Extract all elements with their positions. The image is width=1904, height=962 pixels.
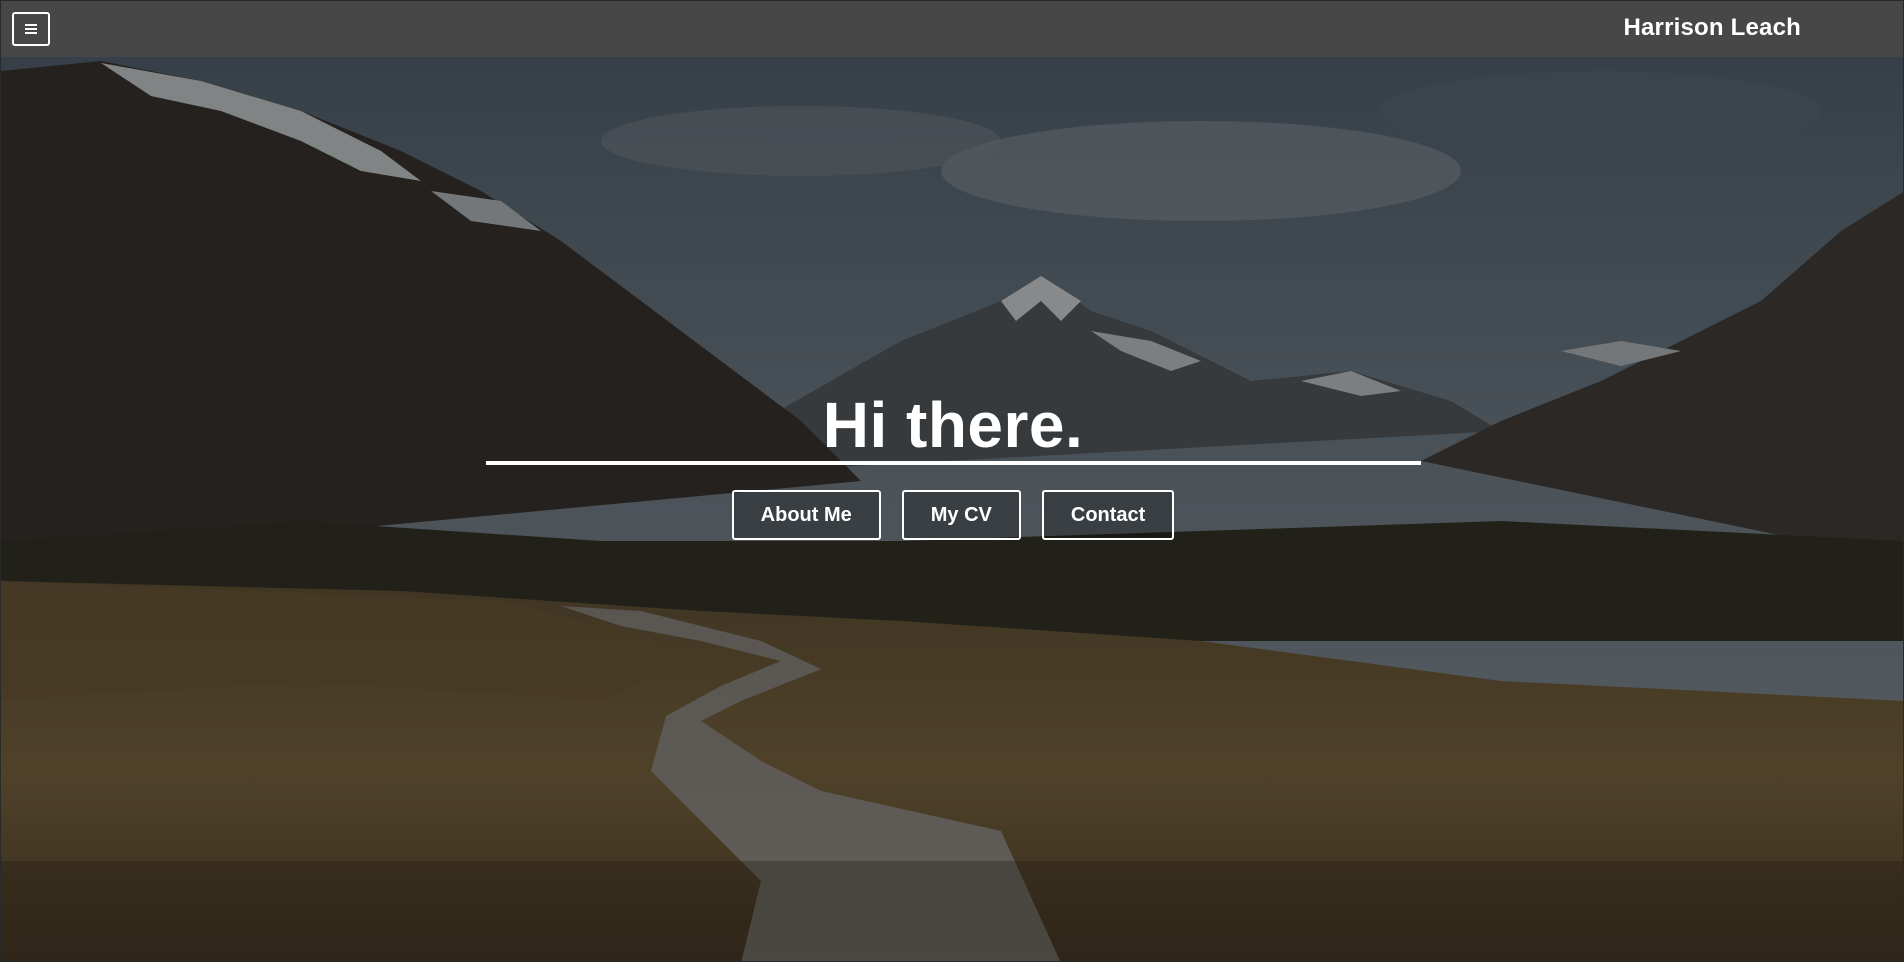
hero-section: Hi there. About Me My CV Contact	[1, 1, 1903, 961]
hero-button-group: About Me My CV Contact	[1, 490, 1903, 540]
hero-title: Hi there.	[822, 389, 1084, 461]
about-me-button[interactable]: About Me	[731, 490, 881, 540]
contact-button[interactable]: Contact	[1041, 490, 1175, 540]
menu-toggle-button[interactable]	[12, 12, 50, 46]
my-cv-button[interactable]: My CV	[901, 490, 1021, 540]
top-navigation-bar: Harrison Leach	[1, 1, 1903, 57]
hamburger-menu-icon	[25, 24, 37, 34]
hero-divider	[486, 461, 1421, 465]
site-name-link[interactable]: Harrison Leach	[1623, 13, 1801, 43]
page: Harrison Leach Hi there. About Me My CV …	[0, 0, 1904, 962]
